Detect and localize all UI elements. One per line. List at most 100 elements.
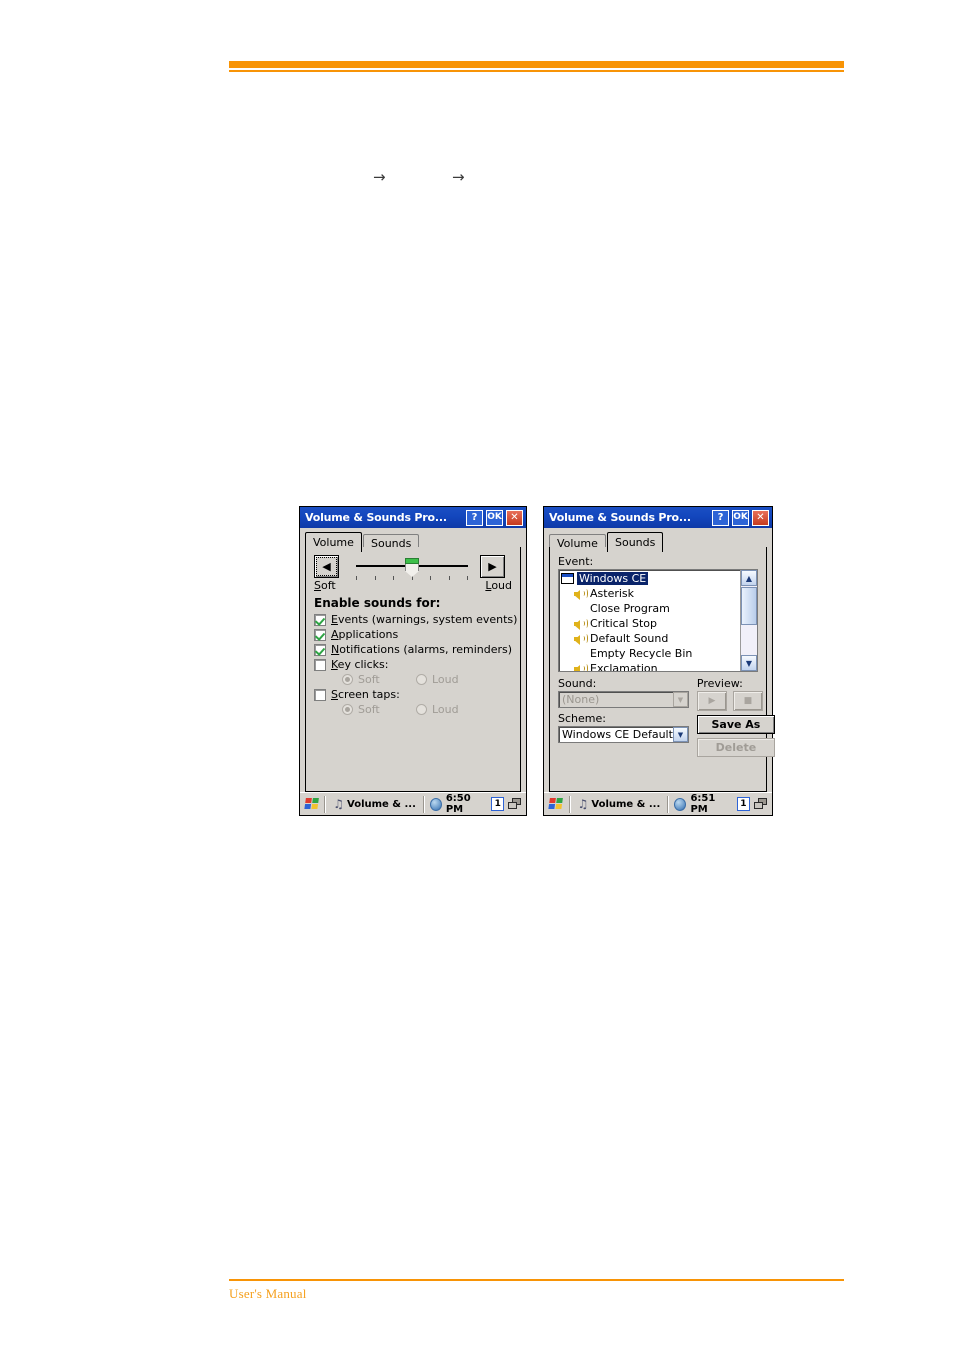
start-button[interactable] xyxy=(302,795,322,814)
volume-sounds-properties-window-sounds: Volume & Sounds Pro... ? OK ✕ Volume Sou… xyxy=(543,506,775,816)
client-area: Volume Sounds Event: Windows CE Asterisk xyxy=(544,528,775,792)
chevron-down-icon[interactable]: ▼ xyxy=(672,692,688,707)
taskbar-divider-2 xyxy=(422,795,425,813)
checkbox-screen-taps-box[interactable] xyxy=(314,688,326,701)
input-indicator-icon[interactable]: 1 xyxy=(736,797,750,811)
list-item[interactable]: Asterisk xyxy=(561,586,740,601)
chevron-down-icon[interactable]: ▼ xyxy=(672,727,688,742)
checkbox-notifications[interactable]: Notifications (alarms, reminders) xyxy=(314,643,512,656)
footer-label: User's Manual xyxy=(229,1286,307,1301)
ok-button[interactable]: OK xyxy=(486,509,503,526)
soft-label: Soft xyxy=(314,579,336,592)
help-button[interactable]: ? xyxy=(466,509,483,526)
event-listbox[interactable]: Windows CE Asterisk Close Program Critic… xyxy=(558,569,758,672)
volume-slider[interactable] xyxy=(354,555,470,585)
taskbar: ♫ Volume & ... 6:51 PM 1 xyxy=(544,792,772,815)
radio-screen-taps-loud[interactable]: Loud xyxy=(416,703,490,716)
sound-combobox[interactable]: (None) ▼ xyxy=(558,691,689,708)
play-button[interactable]: ▶ xyxy=(696,691,727,711)
list-item[interactable]: Default Sound xyxy=(561,631,740,646)
key-clicks-radio-group: Soft Loud xyxy=(342,673,512,686)
list-item-label: Close Program xyxy=(590,602,670,615)
checkbox-events[interactable]: Events (warnings, system events) xyxy=(314,613,517,626)
volume-decrease-button[interactable]: ◀ xyxy=(314,555,339,578)
title-bar-buttons: ? OK ✕ xyxy=(466,509,524,526)
speaker-icon xyxy=(574,633,590,645)
radio-screen-taps-loud-label: Loud xyxy=(432,703,459,716)
window-icon xyxy=(561,573,577,584)
list-item[interactable]: Exclamation xyxy=(561,661,740,672)
tab-page-sounds: Event: Windows CE Asterisk Close Program xyxy=(549,547,775,792)
help-button[interactable]: ? xyxy=(712,509,729,526)
list-item-label: Default Sound xyxy=(590,632,669,645)
checkbox-applications-box[interactable] xyxy=(314,628,326,641)
clock-label: 6:51 PM xyxy=(690,793,716,815)
list-item[interactable]: Close Program xyxy=(561,601,740,616)
volume-increase-button[interactable]: ▶ xyxy=(480,555,505,578)
start-button[interactable] xyxy=(546,795,567,814)
slider-thumb[interactable] xyxy=(405,558,419,577)
windows-stack-icon[interactable] xyxy=(753,798,767,810)
tab-sounds[interactable]: Sounds xyxy=(607,532,664,552)
radio-key-clicks-soft-label: Soft xyxy=(358,673,380,686)
taskbar-item-volume[interactable]: ♫ Volume & ... xyxy=(328,795,421,814)
checkbox-key-clicks-label: Key clicks: xyxy=(331,658,389,671)
scheme-label: Scheme: xyxy=(558,712,606,725)
sound-scheme-row: Sound: (None) ▼ Scheme: Windows CE Defau… xyxy=(558,677,775,757)
music-note-icon: ♫ xyxy=(577,797,589,811)
network-globe-icon[interactable] xyxy=(674,797,687,811)
stop-button[interactable]: ■ xyxy=(732,691,763,711)
radio-key-clicks-soft-dot[interactable] xyxy=(342,674,353,685)
radio-key-clicks-loud-label: Loud xyxy=(432,673,459,686)
window-title: Volume & Sounds Pro... xyxy=(549,511,691,524)
system-tray: 6:50 PM 1 xyxy=(427,793,524,815)
taskbar-divider xyxy=(568,795,571,813)
radio-screen-taps-soft-dot[interactable] xyxy=(342,704,353,715)
scroll-up-icon[interactable]: ▲ xyxy=(741,570,757,586)
checkbox-key-clicks[interactable]: Key clicks: xyxy=(314,658,512,671)
list-item-label: Empty Recycle Bin xyxy=(590,647,693,660)
taskbar-item-label: Volume & ... xyxy=(591,798,661,810)
input-indicator-icon[interactable]: 1 xyxy=(491,797,505,811)
delete-button[interactable]: Delete xyxy=(696,738,775,757)
scroll-down-icon[interactable]: ▼ xyxy=(741,655,757,671)
list-item[interactable]: Windows CE xyxy=(561,571,740,586)
checkbox-notifications-box[interactable] xyxy=(314,643,326,656)
volume-slider-row: ◀ Soft ▶ Loud xyxy=(314,555,512,592)
clock-label: 6:50 PM xyxy=(445,793,471,815)
checkbox-events-box[interactable] xyxy=(314,613,326,626)
enable-sounds-heading: Enable sounds for: xyxy=(314,596,441,610)
windows-flag-icon xyxy=(548,797,564,811)
close-icon[interactable]: ✕ xyxy=(506,509,523,526)
radio-key-clicks-loud-dot[interactable] xyxy=(416,674,427,685)
network-globe-icon[interactable] xyxy=(429,797,442,811)
radio-screen-taps-loud-dot[interactable] xyxy=(416,704,427,715)
close-icon[interactable]: ✕ xyxy=(752,509,769,526)
radio-key-clicks-loud[interactable]: Loud xyxy=(416,673,490,686)
radio-key-clicks-soft[interactable]: Soft xyxy=(342,673,416,686)
list-item[interactable]: Empty Recycle Bin xyxy=(561,646,740,661)
windows-flag-icon xyxy=(304,797,320,811)
list-item[interactable]: Critical Stop xyxy=(561,616,740,631)
taskbar-divider-2 xyxy=(667,795,670,813)
preview-column: Preview: ▶ ■ Save As Delete xyxy=(696,677,775,757)
title-bar: Volume & Sounds Pro... ? OK ✕ xyxy=(544,507,772,528)
tab-volume[interactable]: Volume xyxy=(305,532,362,552)
ok-button[interactable]: OK xyxy=(732,509,749,526)
scheme-combobox[interactable]: Windows CE Default ▼ xyxy=(558,726,689,743)
save-as-button[interactable]: Save As xyxy=(696,715,775,734)
header-accent-rule-thin xyxy=(229,70,844,72)
list-item-label: Exclamation xyxy=(590,662,658,672)
scrollbar-thumb[interactable] xyxy=(741,587,757,625)
taskbar-item-volume[interactable]: ♫ Volume & ... xyxy=(573,795,666,814)
checkbox-applications[interactable]: Applications xyxy=(314,628,512,641)
radio-screen-taps-soft[interactable]: Soft xyxy=(342,703,416,716)
sound-scheme-column: Sound: (None) ▼ Scheme: Windows CE Defau… xyxy=(558,677,697,757)
event-list: Windows CE Asterisk Close Program Critic… xyxy=(559,570,740,671)
windows-stack-icon[interactable] xyxy=(508,798,522,810)
event-list-scrollbar[interactable]: ▲ ▼ xyxy=(740,570,757,671)
checkbox-key-clicks-box[interactable] xyxy=(314,658,326,671)
checkbox-screen-taps[interactable]: Screen taps: xyxy=(314,688,512,701)
system-tray: 6:51 PM 1 xyxy=(671,793,770,815)
list-item-label: Asterisk xyxy=(590,587,635,600)
